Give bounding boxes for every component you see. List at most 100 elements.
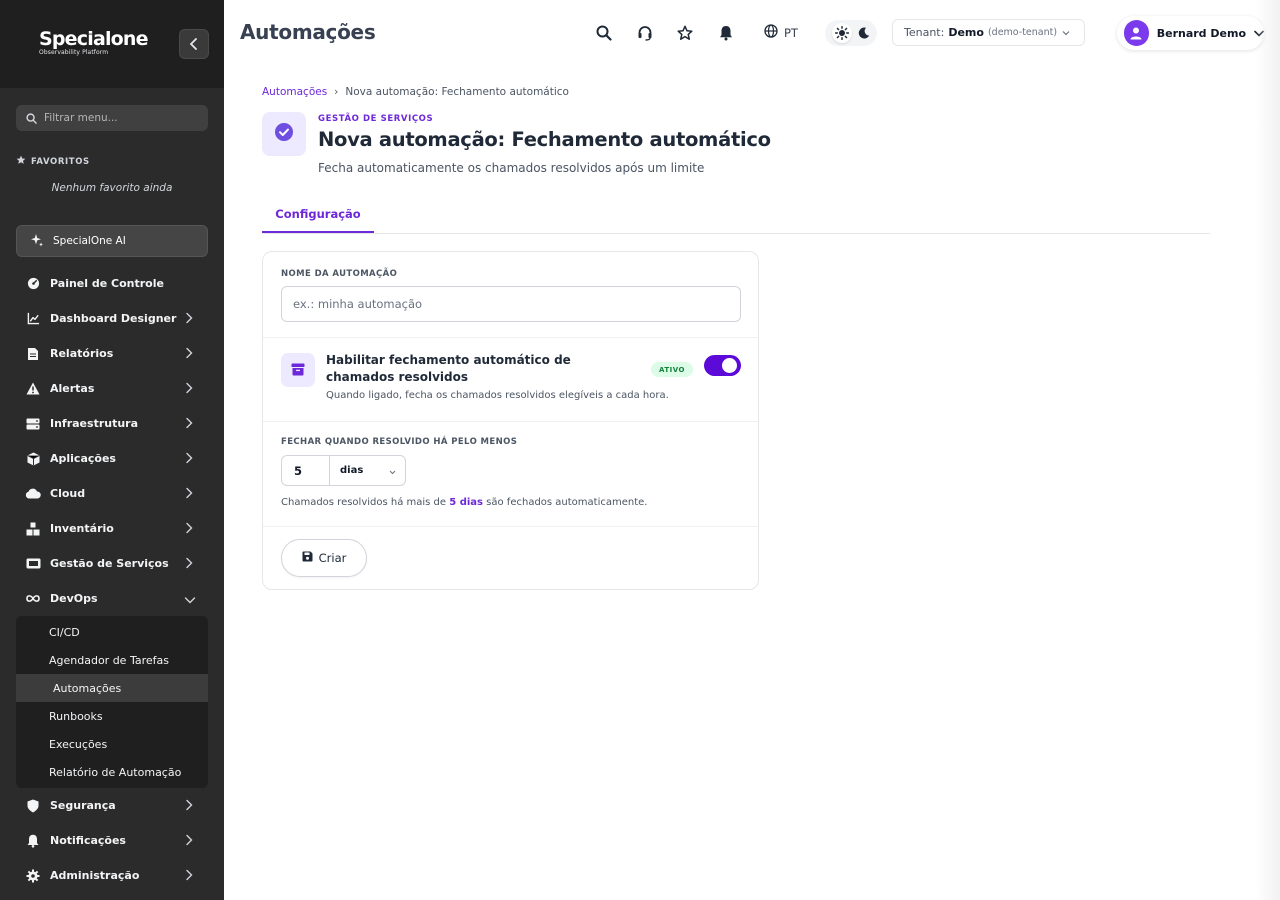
page-description: Fecha automaticamente os chamados resolv… xyxy=(318,161,705,175)
sidebar-item-alertas[interactable]: Alertas xyxy=(0,371,224,406)
tenant-id: (demo-tenant) xyxy=(987,27,1058,38)
tenant-selector[interactable]: Tenant: Demo (demo-tenant) xyxy=(892,19,1085,46)
duration-value-input[interactable]: 5 xyxy=(282,456,330,485)
file-icon xyxy=(25,346,41,362)
sidebar-item-label: Alertas xyxy=(50,382,95,395)
chevron-right-icon xyxy=(185,522,193,537)
tab-bar: Configuração xyxy=(262,196,1210,234)
edge-shade xyxy=(1256,0,1280,900)
sidebar-item-label: DevOps xyxy=(50,592,98,605)
sidebar-item-seguranca[interactable]: Segurança xyxy=(0,788,224,823)
breadcrumb-root-link[interactable]: Automações xyxy=(262,86,327,98)
user-name: Bernard Demo xyxy=(1156,26,1246,40)
sidebar-item-relatorios[interactable]: Relatórios xyxy=(0,336,224,371)
infinity-icon xyxy=(25,591,41,607)
check-circle-icon xyxy=(274,122,294,146)
sidebar-item-painel-de-controle[interactable]: Painel de Controle xyxy=(0,266,224,301)
filter-menu-field[interactable] xyxy=(16,105,208,131)
auto-close-title: Habilitar fechamento automático de chama… xyxy=(326,353,571,384)
collapse-sidebar-button[interactable] xyxy=(179,29,209,59)
sidebar-item-gestao-de-servicos[interactable]: Gestão de Serviços xyxy=(0,546,224,581)
sun-icon[interactable] xyxy=(832,23,852,43)
globe-icon xyxy=(764,24,778,41)
sidebar-header: Specialone Observability Platform xyxy=(0,0,224,88)
sidebar-item-label: Painel de Controle xyxy=(50,277,164,290)
bell-icon[interactable] xyxy=(716,23,736,43)
filter-menu-input[interactable] xyxy=(44,112,194,124)
automation-name-input[interactable] xyxy=(281,286,741,322)
search-icon[interactable] xyxy=(594,23,614,43)
star-icon xyxy=(16,155,26,168)
shield-icon xyxy=(25,798,41,814)
language-label: PT xyxy=(784,25,798,40)
chart-line-icon xyxy=(25,311,41,327)
chevron-right-icon xyxy=(185,417,193,432)
chevron-right-icon xyxy=(185,557,193,572)
automation-form-card: NOME DA AUTOMAÇÃO Habilitar fechamento a… xyxy=(262,251,759,590)
sidebar-item-dashboard-designer[interactable]: Dashboard Designer xyxy=(0,301,224,336)
sidebar-item-infraestrutura[interactable]: Infraestrutura xyxy=(0,406,224,441)
sidebar-item-administracao[interactable]: Administração xyxy=(0,858,224,893)
divider xyxy=(263,337,758,338)
page-category: GESTÃO DE SERVIÇOS xyxy=(318,114,434,124)
duration-hint: Chamados resolvidos há mais de 5 dias sã… xyxy=(281,497,647,508)
sidebar-item-notificacoes[interactable]: Notificações xyxy=(0,823,224,858)
avatar xyxy=(1124,20,1149,46)
page-header-icon xyxy=(262,112,306,156)
tenant-label: Tenant: xyxy=(904,26,945,39)
chevron-right-icon xyxy=(185,382,193,397)
status-badge: ATIVO xyxy=(651,362,693,377)
hint-suffix: são fechados automaticamente. xyxy=(486,497,648,508)
tab-configuracao[interactable]: Configuração xyxy=(262,196,374,233)
sidebar-item-inventario[interactable]: Inventário xyxy=(0,511,224,546)
bell-icon xyxy=(25,833,41,849)
divider xyxy=(263,526,758,527)
create-button[interactable]: Criar xyxy=(281,539,367,577)
theme-toggle[interactable] xyxy=(825,20,877,46)
sidebar-item-cloud[interactable]: Cloud xyxy=(0,476,224,511)
sidebar-subitem-automacoes[interactable]: Automações xyxy=(16,674,208,702)
sidebar-subitem-agendador[interactable]: Agendador de Tarefas xyxy=(16,646,208,674)
hint-prefix: Chamados resolvidos há mais de xyxy=(281,497,447,508)
brand-logo[interactable]: Specialone Observability Platform xyxy=(39,28,149,56)
sidebar-subitem-relatorio-automacao[interactable]: Relatório de Automação xyxy=(16,758,208,786)
save-icon xyxy=(302,551,313,565)
box-icon xyxy=(25,451,41,467)
warning-icon xyxy=(25,381,41,397)
star-icon[interactable] xyxy=(675,23,695,43)
sidebar-item-devops[interactable]: DevOps xyxy=(0,581,224,616)
dashboard-icon xyxy=(25,276,41,292)
sidebar-item-label: Relatórios xyxy=(50,347,114,360)
breadcrumb-separator: › xyxy=(334,86,339,98)
page-heading: Nova automação: Fechamento automático xyxy=(318,128,771,151)
favorites-title-label: FAVORITOS xyxy=(31,156,90,167)
sidebar-item-label: Dashboard Designer xyxy=(50,312,177,325)
favorites-empty-text: Nenhum favorito ainda xyxy=(51,182,173,194)
breadcrumb-current: Nova automação: Fechamento automático xyxy=(345,86,569,98)
topbar: Automações PT Tenant: Demo (demo-tenant) xyxy=(224,0,1280,66)
sidebar-item-label: Aplicações xyxy=(50,452,116,465)
sidebar-item-aplicacoes[interactable]: Aplicações xyxy=(0,441,224,476)
server-icon xyxy=(25,416,41,432)
chevron-right-icon xyxy=(185,312,193,327)
sidebar-subitem-runbooks[interactable]: Runbooks xyxy=(16,702,208,730)
chevron-down-icon xyxy=(389,467,396,478)
moon-icon[interactable] xyxy=(858,24,870,43)
language-switcher[interactable]: PT xyxy=(764,24,798,41)
duration-field: 5 dias xyxy=(281,455,406,486)
sidebar-subitem-cicd[interactable]: CI/CD xyxy=(16,618,208,646)
sidebar-item-label: Notificações xyxy=(50,834,126,847)
user-menu[interactable]: Bernard Demo xyxy=(1117,16,1264,50)
chevron-left-icon xyxy=(189,35,199,54)
hint-value: 5 dias xyxy=(449,497,483,508)
headset-icon[interactable] xyxy=(635,23,655,43)
duration-label: FECHAR QUANDO RESOLVIDO HÁ PELO MENOS xyxy=(281,437,518,447)
duration-unit-select[interactable]: dias xyxy=(330,456,405,485)
specialone-ai-label: SpecialOne AI xyxy=(53,235,126,247)
auto-close-toggle[interactable] xyxy=(704,355,741,376)
auto-close-description: Quando ligado, fecha os chamados resolvi… xyxy=(326,390,669,401)
sidebar-subitem-execucoes[interactable]: Execuções xyxy=(16,730,208,758)
specialone-ai-button[interactable]: SpecialOne AI xyxy=(16,225,208,257)
gear-icon xyxy=(25,868,41,884)
sidebar-item-label: Gestão de Serviços xyxy=(50,557,169,570)
